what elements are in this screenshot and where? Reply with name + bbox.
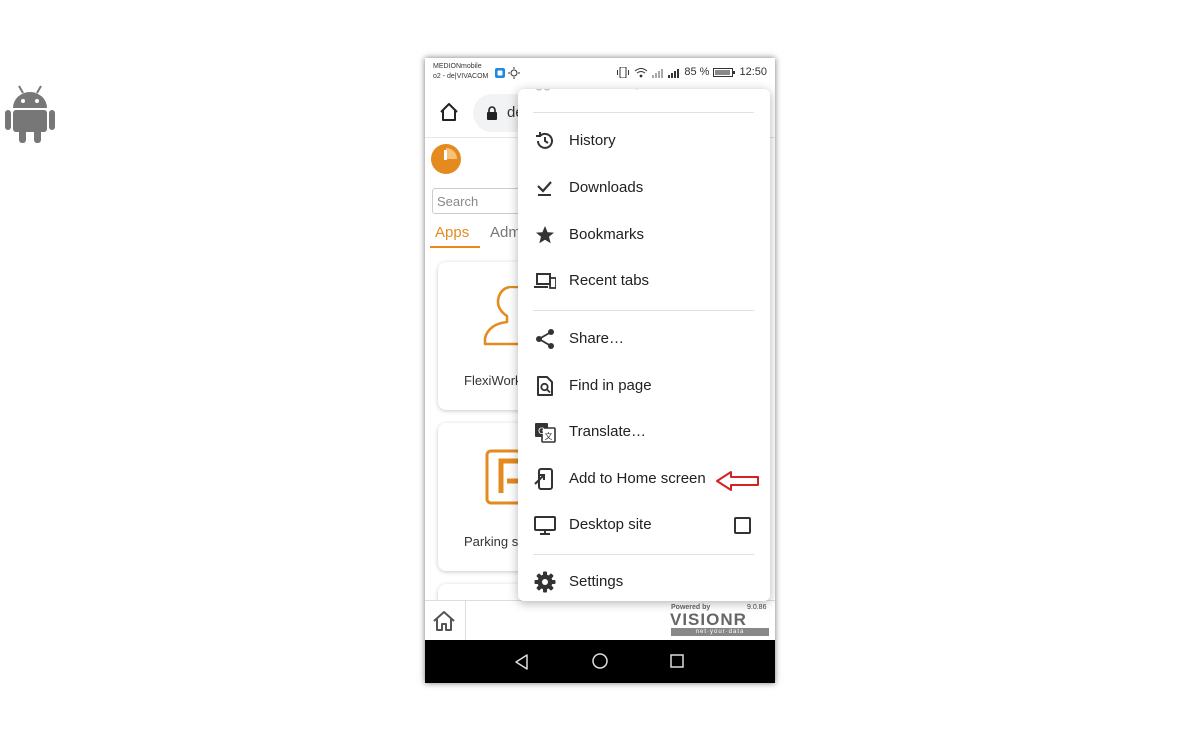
brand-logo: VISIONR <box>670 610 747 629</box>
menu-item-label: Add to Home screen <box>569 470 706 487</box>
app-bottom-bar: Powered by 9.0.86 VISIONR net·your·data <box>425 600 775 641</box>
menu-item-share[interactable]: Share… <box>518 317 770 361</box>
home-icon[interactable] <box>437 100 461 124</box>
overflow-menu: History Downloads Bookmarks Recent tabs … <box>518 89 770 601</box>
version-label: 9.0.86 <box>747 604 767 611</box>
notification-icons <box>495 67 520 79</box>
menu-item-settings[interactable]: Settings <box>518 560 770 601</box>
desktop-site-checkbox[interactable] <box>734 517 751 534</box>
card-label: FlexiWork <box>464 373 522 388</box>
menu-item-bookmarks[interactable]: Bookmarks <box>518 213 770 257</box>
divider <box>465 601 466 641</box>
tab-admin[interactable]: Adm <box>490 224 521 241</box>
battery-percent: 85 % <box>684 66 710 78</box>
card-label: Parking s <box>464 534 519 549</box>
back-icon[interactable] <box>513 653 531 671</box>
signal-icon <box>652 68 664 78</box>
brand-tagline: net·your·data <box>671 628 769 636</box>
menu-item-label: Bookmarks <box>569 226 645 243</box>
battery-icon <box>713 67 736 77</box>
recent-apps-icon[interactable] <box>669 653 685 669</box>
status-indicators: 85 % 12:50 <box>616 66 767 78</box>
menu-item-label: Share… <box>569 330 625 347</box>
translate-icon: G文 <box>535 423 556 443</box>
clock: 12:50 <box>739 66 767 78</box>
desktop-icon <box>534 516 556 535</box>
site-logo-icon[interactable] <box>430 143 462 175</box>
menu-divider <box>533 310 754 311</box>
android-logo-icon <box>5 85 55 143</box>
wifi-icon <box>635 67 648 77</box>
star-icon <box>536 226 554 244</box>
menu-item-recent-tabs[interactable]: Recent tabs <box>518 259 770 303</box>
menu-divider <box>533 554 754 555</box>
menu-item-history[interactable]: History <box>518 119 770 163</box>
carrier-name-secondary: o2 - de|VIVACOM <box>433 73 489 80</box>
phone-screen: MEDIONmobile o2 - de|VIVACOM 85 % 12:50 … <box>425 58 775 683</box>
status-bar: MEDIONmobile o2 - de|VIVACOM 85 % 12:50 <box>425 58 775 88</box>
menu-top-row-partial <box>536 89 639 91</box>
signal-icon-secondary <box>668 68 680 78</box>
android-nav-bar <box>425 640 775 683</box>
share-icon <box>536 329 554 349</box>
app-home-icon[interactable] <box>431 608 457 634</box>
menu-item-label: Downloads <box>569 179 644 196</box>
active-tab-indicator <box>430 246 480 248</box>
gear-icon <box>534 571 556 593</box>
menu-item-label: Translate… <box>569 423 646 440</box>
menu-item-find-in-page[interactable]: Find in page <box>518 364 770 408</box>
history-icon <box>536 132 553 149</box>
vibrate-icon <box>617 66 630 78</box>
find-in-page-icon <box>537 376 553 396</box>
menu-item-label: Find in page <box>569 377 652 394</box>
annotation-arrow-icon <box>716 471 759 491</box>
menu-item-label: Recent tabs <box>569 272 650 289</box>
nav-home-icon[interactable] <box>591 652 609 670</box>
menu-item-label: Settings <box>569 573 624 590</box>
menu-item-desktop-site[interactable]: Desktop site <box>518 503 770 547</box>
menu-item-translate[interactable]: G文 Translate… <box>518 410 770 454</box>
carrier-name: MEDIONmobile <box>433 63 482 70</box>
menu-divider <box>533 112 754 113</box>
menu-item-downloads[interactable]: Downloads <box>518 166 770 210</box>
menu-item-label: Desktop site <box>569 516 652 533</box>
menu-item-label: History <box>569 132 616 149</box>
devices-icon <box>534 273 556 289</box>
svg-text:文: 文 <box>545 431 553 441</box>
download-icon <box>537 181 552 196</box>
add-to-home-icon <box>534 468 553 490</box>
lock-icon <box>487 106 497 120</box>
tab-apps[interactable]: Apps <box>435 224 469 241</box>
